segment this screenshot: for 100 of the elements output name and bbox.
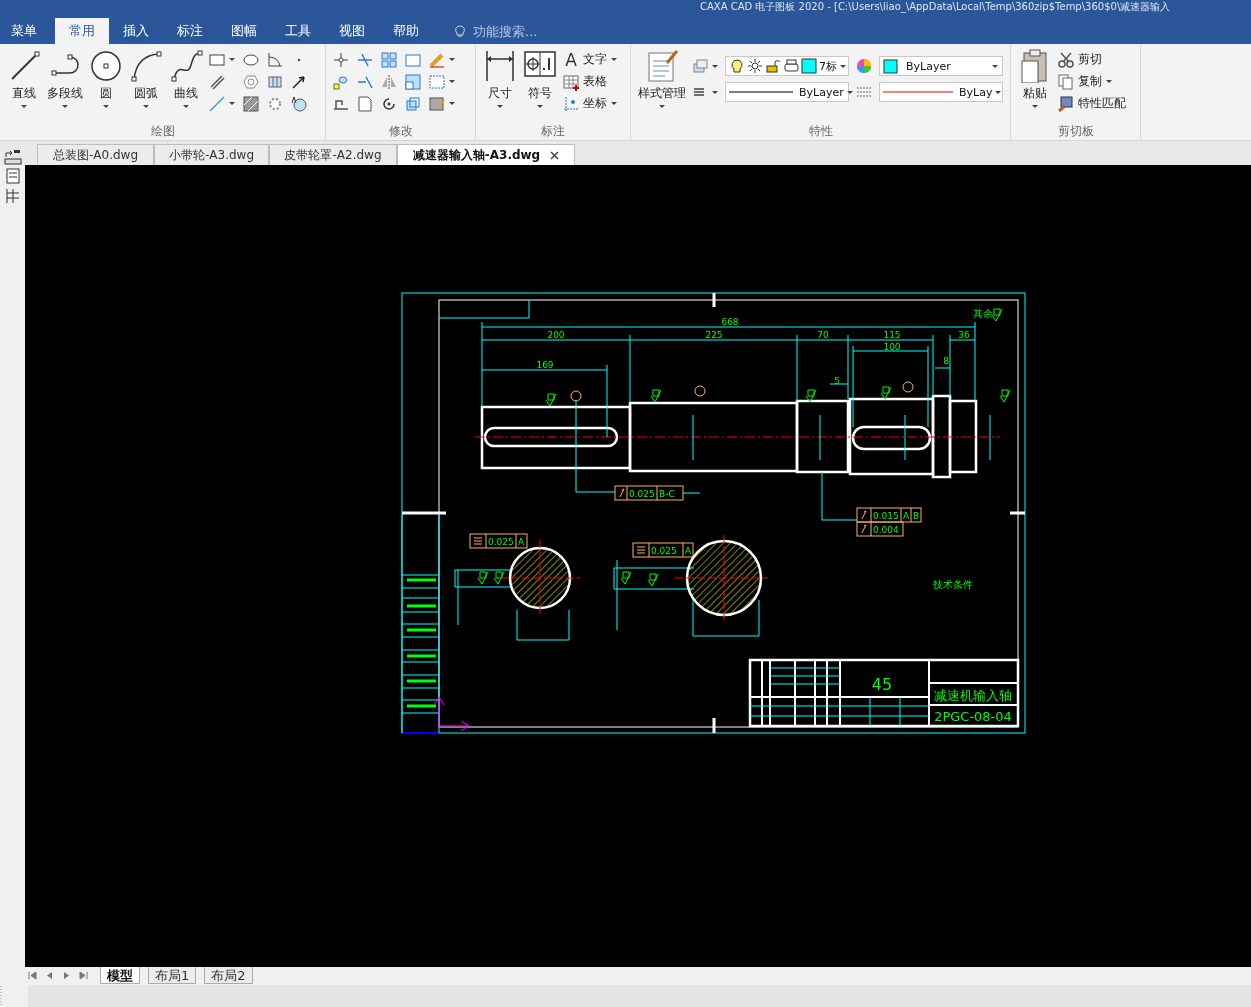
caret-icon[interactable]	[994, 89, 1003, 95]
circle-tool-button[interactable]: 圆	[88, 48, 124, 110]
previous-icon[interactable]	[45, 970, 54, 980]
layout-tab[interactable]: 布局2	[204, 967, 253, 984]
hatch-icon[interactable]	[242, 94, 260, 113]
caret-icon[interactable]	[610, 101, 618, 106]
roughness-symbol	[545, 393, 557, 407]
caret-icon[interactable]	[61, 104, 69, 109]
menu-button[interactable]: 菜单	[0, 18, 47, 44]
caret-icon[interactable]	[228, 57, 236, 62]
paste-button[interactable]: 粘贴	[1017, 48, 1053, 110]
document-tab[interactable]: 皮带轮罩-A2.dwg	[269, 144, 397, 165]
ribbon-tab[interactable]: 帮助	[379, 18, 433, 44]
polygon-icon[interactable]	[242, 72, 260, 91]
ribbon-tab[interactable]: 工具	[271, 18, 325, 44]
coordinate-tool-button[interactable]: 坐标	[562, 94, 618, 113]
stamp-icon[interactable]	[2, 147, 23, 165]
spline-tool-button[interactable]: 曲线	[168, 48, 204, 110]
roughness-symbol	[647, 573, 659, 587]
copy-button[interactable]: 复制	[1057, 72, 1126, 91]
caret-icon[interactable]	[20, 104, 28, 109]
next-icon[interactable]	[62, 970, 71, 980]
scale-icon[interactable]	[404, 72, 422, 91]
dimension-label: 115	[883, 330, 901, 340]
caret-icon[interactable]	[839, 63, 847, 69]
document-tab[interactable]: 小带轮-A3.dwg	[154, 144, 269, 165]
caret-icon[interactable]	[448, 101, 456, 106]
ribbon-tab[interactable]: 标注	[163, 18, 217, 44]
arc-tool-icon	[129, 49, 163, 83]
search-field[interactable]: 功能搜索...	[473, 23, 593, 39]
caret-icon[interactable]	[536, 104, 544, 109]
ucs-axes-icon	[433, 696, 470, 732]
lineweight-dropdown[interactable]: ByLay	[879, 82, 1003, 102]
color-wheel-icon[interactable]	[855, 57, 873, 75]
thin-line-icon	[883, 89, 953, 95]
caret-icon[interactable]	[845, 89, 854, 95]
cut-button[interactable]: 剪切	[1057, 50, 1126, 69]
caret-icon[interactable]	[448, 57, 456, 62]
caret-icon[interactable]	[142, 104, 150, 109]
last-page-icon[interactable]	[79, 970, 88, 980]
roughness-note: 其余	[973, 308, 993, 319]
caret-icon[interactable]	[496, 104, 504, 109]
caret-icon[interactable]	[102, 104, 110, 109]
caret-icon[interactable]	[448, 79, 456, 84]
grid-icon[interactable]	[3, 187, 22, 205]
tolerance-frame	[469, 533, 528, 549]
caret-icon[interactable]	[228, 101, 236, 106]
text-tool-button[interactable]: A 文字	[562, 50, 618, 69]
caret-icon[interactable]	[610, 57, 618, 62]
document-tab[interactable]: 减速器输入轴-A3.dwg	[397, 144, 575, 165]
window-title: CAXA CAD 电子图板 2020 - [C:\Users\liao_\AppData\Local\Temp\360zip$Temp\360$0\减速器输入	[699, 0, 1172, 14]
dimension-label: 668	[721, 317, 739, 327]
caret-icon[interactable]	[182, 104, 190, 109]
lock-icon	[765, 58, 781, 74]
close-icon[interactable]	[550, 150, 560, 160]
tolerance-value: 0.015	[873, 511, 899, 521]
group-title: 剪切板	[1056, 123, 1095, 140]
color-dropdown[interactable]: ByLayer	[879, 56, 1003, 76]
first-page-icon[interactable]	[28, 970, 37, 980]
hatch-edit-icon[interactable]	[428, 94, 446, 113]
tolerance-frame	[614, 485, 684, 501]
layout-tab[interactable]: 布局1	[148, 967, 197, 984]
layout-tab[interactable]: 模型	[100, 967, 140, 984]
table-icon	[562, 72, 580, 91]
polyline-tool-button[interactable]: 多段线	[46, 48, 84, 110]
caret-icon[interactable]	[991, 63, 999, 69]
group-title: 标注	[540, 123, 566, 140]
caret-icon[interactable]	[711, 89, 719, 95]
dimension-tool-button[interactable]: 尺寸	[482, 48, 518, 110]
solid-line-icon	[729, 89, 793, 95]
line-tool-button[interactable]: 直线	[6, 48, 42, 110]
tolerance-value: B	[913, 511, 920, 521]
caret-icon[interactable]	[711, 63, 719, 69]
caret-icon[interactable]	[1031, 104, 1039, 109]
lightbulb-icon	[453, 24, 467, 38]
arc-tool-button[interactable]: 圆弧	[128, 48, 164, 110]
ribbon-tab[interactable]: 图幅	[217, 18, 271, 44]
ribbon-tab[interactable]: 视图	[325, 18, 379, 44]
table-tool-button[interactable]: 表格	[562, 72, 618, 91]
dimension-label: 8	[943, 356, 949, 366]
array-icon[interactable]	[380, 50, 398, 69]
document-tab[interactable]: 总装图-A0.dwg	[37, 144, 154, 165]
caret-icon[interactable]	[658, 104, 666, 109]
tolerance-value: A	[685, 546, 692, 556]
match-properties-button[interactable]: 特性匹配	[1057, 94, 1126, 113]
tolerance-frame	[856, 521, 904, 537]
symbol-tool-button[interactable]: 符号	[522, 48, 558, 110]
tolerance-value: A	[903, 511, 910, 521]
lightbulb-icon	[729, 58, 745, 74]
group-title: 特性	[807, 123, 834, 140]
text-circle-icon[interactable]	[290, 94, 308, 113]
caret-icon[interactable]	[1105, 79, 1113, 84]
angle-icon[interactable]	[266, 50, 284, 69]
parallel-lines-icon[interactable]	[208, 72, 226, 91]
move-icon[interactable]	[332, 50, 350, 69]
style-manager-button[interactable]: 样式管理	[637, 48, 687, 110]
group-title: 修改	[387, 123, 414, 140]
ribbon-tab[interactable]: 插入	[109, 18, 163, 44]
layer-dropdown[interactable]: 7标	[725, 56, 849, 76]
ribbon-tab[interactable]: 常用	[55, 18, 109, 44]
